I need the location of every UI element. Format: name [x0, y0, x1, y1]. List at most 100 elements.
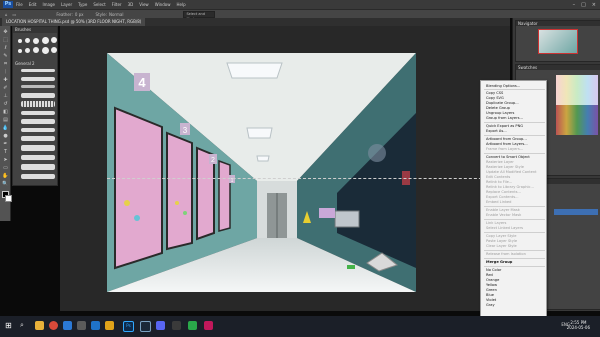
brush-stroke-preview[interactable]: [21, 128, 55, 132]
menu-window[interactable]: Window: [155, 2, 171, 7]
menu-image[interactable]: Image: [42, 2, 55, 7]
eraser-tool-icon[interactable]: ◧: [2, 109, 9, 115]
menu-file[interactable]: File: [16, 2, 23, 7]
hospital-hallway-canvas[interactable]: 4 3 2 1: [107, 53, 416, 292]
brush-preset[interactable]: [18, 49, 22, 53]
crop-tool-icon[interactable]: ⌗: [2, 61, 9, 67]
history-brush-icon[interactable]: ↺: [2, 101, 9, 107]
app-icon[interactable]: [188, 321, 197, 330]
menu-item-replace-contents[interactable]: Replace Contents...: [486, 190, 521, 194]
menu-item-copy-css[interactable]: Copy CSS: [486, 91, 503, 95]
brush-tool-icon[interactable]: ✐: [2, 85, 9, 91]
selected-layer-row[interactable]: [554, 209, 598, 215]
mail-icon[interactable]: [91, 321, 100, 330]
marquee-tool-icon[interactable]: ⬚: [2, 37, 9, 43]
brush-stroke-preview[interactable]: [21, 111, 55, 115]
menu-item-artboard-from-group[interactable]: Artboard from Group...: [486, 137, 527, 141]
menu-item-quick-export-png[interactable]: Quick Export as PNG: [486, 124, 523, 128]
menu-item-color-red[interactable]: Red: [486, 273, 493, 277]
menu-item-blending-options[interactable]: Blending Options...: [486, 84, 520, 88]
brush-preset[interactable]: [25, 48, 30, 53]
chrome-icon[interactable]: [49, 321, 58, 330]
menu-item-convert-smart-object[interactable]: Convert to Smart Object: [486, 155, 530, 159]
type-tool-icon[interactable]: T: [2, 149, 9, 155]
brush-preset[interactable]: [25, 38, 30, 43]
gradient-tool-icon[interactable]: ▤: [2, 117, 9, 123]
brush-preset[interactable]: [33, 38, 39, 44]
brush-stroke-preview[interactable]: [21, 174, 55, 179]
menu-item-color-none[interactable]: No Color: [486, 268, 501, 272]
menu-item-color-blue[interactable]: Blue: [486, 293, 494, 297]
taskbar-clock[interactable]: 2:55 PM 2024-05-06: [567, 320, 590, 330]
menu-item-clear-layer-style[interactable]: Clear Layer Style: [486, 244, 517, 248]
menu-3d[interactable]: 3D: [128, 2, 134, 7]
menu-item-color-violet[interactable]: Violet: [486, 298, 496, 302]
menu-help[interactable]: Help: [176, 2, 185, 7]
menu-item-copy-svg[interactable]: Copy SVG: [486, 96, 504, 100]
discord-icon[interactable]: [156, 321, 165, 330]
brush-stroke-preview[interactable]: [21, 155, 55, 160]
search-icon[interactable]: ⌕: [20, 321, 29, 330]
eyedropper-tool-icon[interactable]: ᛁ: [2, 69, 9, 75]
healing-brush-icon[interactable]: ✚: [2, 77, 9, 83]
menu-item-group-from-layers[interactable]: Group from Layers...: [486, 116, 523, 120]
hand-tool-icon[interactable]: ✋: [2, 173, 9, 179]
brush-stroke-preview[interactable]: [21, 85, 55, 88]
menu-item-color-yellow[interactable]: Yellow: [486, 283, 497, 287]
menu-item-rasterize-layer-style[interactable]: Rasterize Layer Style: [486, 165, 524, 169]
menu-type[interactable]: Type: [78, 2, 87, 7]
move-tool-icon[interactable]: ✥: [2, 29, 9, 35]
pen-tool-icon[interactable]: ✒: [2, 141, 9, 147]
path-select-tool-icon[interactable]: ➤: [2, 157, 9, 163]
home-icon[interactable]: ⌂: [5, 12, 8, 17]
dodge-tool-icon[interactable]: ●: [2, 133, 9, 139]
brush-stroke-preview[interactable]: [21, 136, 55, 141]
brush-stroke-preview[interactable]: [21, 93, 55, 98]
menu-item-edit-contents[interactable]: Edit Contents: [486, 175, 510, 179]
brush-preset[interactable]: [42, 37, 49, 44]
stamp-tool-icon[interactable]: ⊥: [2, 93, 9, 99]
marquee-tool-icon[interactable]: ▭: [13, 12, 17, 17]
brush-stroke-preview[interactable]: [21, 119, 55, 124]
feather-value[interactable]: 0 px: [75, 12, 84, 17]
close-icon[interactable]: ×: [592, 2, 596, 8]
menu-item-paste-layer-style[interactable]: Paste Layer Style: [486, 239, 517, 243]
menu-item-enable-layer-mask[interactable]: Enable Layer Mask: [486, 208, 520, 212]
app-icon[interactable]: [172, 321, 181, 330]
menu-view[interactable]: View: [139, 2, 149, 7]
menu-item-update-modified-content[interactable]: Update All Modified Content: [486, 170, 537, 174]
brush-preset[interactable]: [51, 37, 57, 43]
menu-select[interactable]: Select: [93, 2, 105, 7]
menu-item-export-contents[interactable]: Export Contents...: [486, 195, 519, 199]
lasso-tool-icon[interactable]: ℓ: [2, 45, 9, 51]
style-select[interactable]: Normal: [109, 12, 123, 17]
menu-item-ungroup-layers[interactable]: Ungroup Layers: [486, 111, 514, 115]
menu-item-duplicate-group[interactable]: Duplicate Group...: [486, 101, 519, 105]
menu-item-color-gray[interactable]: Gray: [486, 303, 495, 307]
quick-select-tool-icon[interactable]: ✎: [2, 53, 9, 59]
menu-item-release-from-isolation[interactable]: Release from Isolation: [486, 252, 526, 256]
brush-preset[interactable]: [33, 47, 39, 53]
document-tab[interactable]: LOCATION HOSPITAL THING.psd @ 50% (3RD F…: [2, 18, 146, 26]
menu-item-export-as[interactable]: Export As...: [486, 129, 507, 133]
brush-group-label[interactable]: General 2: [15, 61, 35, 66]
menu-item-embed-linked[interactable]: Embed Linked: [486, 200, 511, 204]
menu-item-relink-library-graphic[interactable]: Relink to Library Graphic...: [486, 185, 534, 189]
brush-preset[interactable]: [51, 47, 57, 53]
menu-item-color-orange[interactable]: Orange: [486, 278, 499, 282]
minimize-icon[interactable]: –: [573, 2, 576, 8]
menu-item-merge-group[interactable]: Merge Group: [486, 260, 512, 264]
menu-item-rasterize-layer[interactable]: Rasterize Layer: [486, 160, 514, 164]
menu-item-artboard-from-layers[interactable]: Artboard from Layers...: [486, 142, 528, 146]
menu-item-copy-layer-style[interactable]: Copy Layer Style: [486, 234, 516, 238]
shape-tool-icon[interactable]: ▭: [2, 165, 9, 171]
navigator-thumbnail[interactable]: [538, 29, 578, 54]
select-and-mask-button[interactable]: Select and Mask...: [183, 10, 216, 21]
background-color-swatch[interactable]: [5, 195, 12, 202]
brush-preset[interactable]: [42, 47, 49, 54]
file-explorer-icon[interactable]: [35, 321, 44, 330]
windows-start-icon[interactable]: ⊞: [5, 321, 14, 330]
brush-stroke-preview[interactable]: [21, 77, 55, 81]
brush-stroke-preview[interactable]: [21, 145, 55, 151]
menu-edit[interactable]: Edit: [29, 2, 37, 7]
